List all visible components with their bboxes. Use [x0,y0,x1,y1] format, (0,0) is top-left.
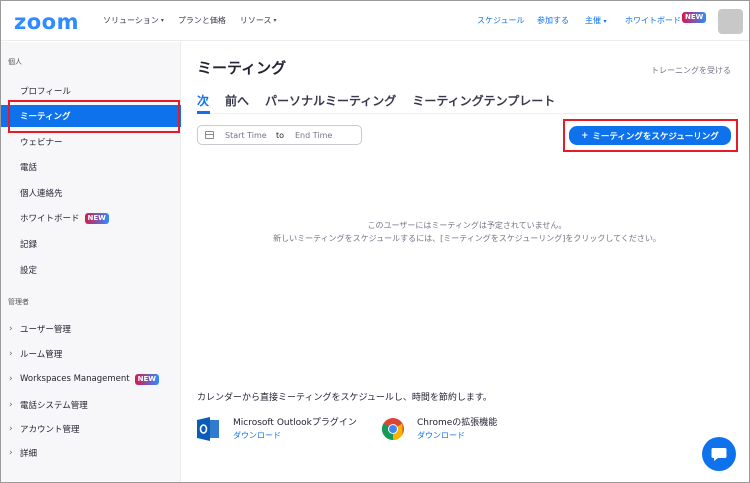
outlook-download-link[interactable]: ダウンロード [233,430,357,441]
sidebar-item-room-management[interactable]: › ルーム管理 [1,343,181,365]
highlight-box-schedule [563,119,738,152]
page-title: ミーティング [197,59,287,77]
chat-button[interactable] [702,437,736,471]
new-badge: NEW [134,373,159,385]
sidebar-section-admin: 管理者 [8,298,29,306]
chevron-down-icon: ▾ [160,17,164,24]
nav-schedule[interactable]: スケジュール [477,15,524,26]
sidebar-item-settings[interactable]: 設定 [1,259,181,281]
chrome-icon [381,415,409,443]
app-window: zoom ソリューション ▾ プランと価格 リソース ▾ スケジュール 参加する 主… [0,0,750,483]
nav-solutions[interactable]: ソリューション ▾ [103,15,164,26]
tab-bar: 次 前へ パーソナルミーティング ミーティングテンプレート [197,92,555,109]
chevron-right-icon: › [9,448,13,458]
avatar[interactable] [718,9,743,34]
outlook-plugin-name: Microsoft Outlookプラグイン [233,418,357,428]
chevron-right-icon: › [9,374,13,384]
sidebar-item-phone[interactable]: 電話 [1,156,181,178]
tab-divider [197,113,737,114]
calendar-promo-text: カレンダーから直接ミーティングをスケジュールし、時間を節約します。 [197,393,492,403]
tab-previous[interactable]: 前へ [225,92,249,109]
tab-personal-room[interactable]: パーソナルミーティング [265,92,396,109]
training-link[interactable]: トレーニングを受ける [651,65,731,76]
calendar-icon [205,131,214,139]
sidebar-item-advanced[interactable]: › 詳細 [1,442,181,464]
chevron-right-icon: › [9,424,13,434]
chevron-right-icon: › [9,324,13,334]
sidebar-item-contacts[interactable]: 個人連絡先 [1,182,181,204]
tab-upcoming[interactable]: 次 [197,92,209,109]
empty-state-message: このユーザーにはミーティングは予定されていません。 新しいミーティングをスケジュ… [273,221,661,243]
sidebar-item-phone-system[interactable]: › 電話システム管理 [1,394,181,416]
sidebar-item-user-management[interactable]: › ユーザー管理 [1,318,181,340]
chevron-down-icon: ▾ [603,18,607,25]
date-range-separator: to [276,131,285,140]
outlook-integration: Microsoft Outlookプラグイン ダウンロード [197,415,357,443]
chat-icon [711,447,727,461]
nav-host[interactable]: 主催 ▾ [585,15,607,26]
sidebar-section-personal: 個人 [8,58,22,66]
end-time-input[interactable]: End Time [295,131,332,140]
tab-templates[interactable]: ミーティングテンプレート [412,92,555,109]
chevron-right-icon: › [9,400,13,410]
sidebar-item-account-management[interactable]: › アカウント管理 [1,418,181,440]
highlight-box-meetings [8,100,180,133]
sidebar-item-recordings[interactable]: 記録 [1,233,181,255]
date-range-picker[interactable]: Start Time to End Time [197,125,362,145]
top-nav: zoom ソリューション ▾ プランと価格 リソース ▾ スケジュール 参加する 主… [1,1,749,41]
sidebar-item-workspaces[interactable]: › Workspaces Management NEW [1,368,181,390]
outlook-icon [197,415,225,443]
nav-whiteboard[interactable]: ホワイトボード [625,15,681,26]
chrome-integration: Chromeの拡張機能 ダウンロード [381,415,497,443]
nav-plans[interactable]: プランと価格 [178,15,226,26]
nav-join[interactable]: 参加する [537,15,569,26]
sidebar-item-whiteboard[interactable]: ホワイトボード NEW [1,207,181,229]
new-badge: NEW [682,12,707,23]
chevron-right-icon: › [9,349,13,359]
chrome-download-link[interactable]: ダウンロード [417,430,497,441]
sidebar-item-profile[interactable]: プロフィール [1,80,181,102]
chrome-extension-name: Chromeの拡張機能 [417,418,498,428]
active-tab-indicator [197,111,210,114]
nav-resources[interactable]: リソース ▾ [240,15,277,26]
nav-left: ソリューション ▾ プランと価格 リソース ▾ [103,15,276,26]
new-badge: NEW [84,212,109,224]
sidebar-item-webinars[interactable]: ウェビナー [1,131,181,153]
chevron-down-icon: ▾ [273,17,277,24]
start-time-input[interactable]: Start Time [225,131,267,140]
zoom-logo[interactable]: zoom [14,10,79,34]
